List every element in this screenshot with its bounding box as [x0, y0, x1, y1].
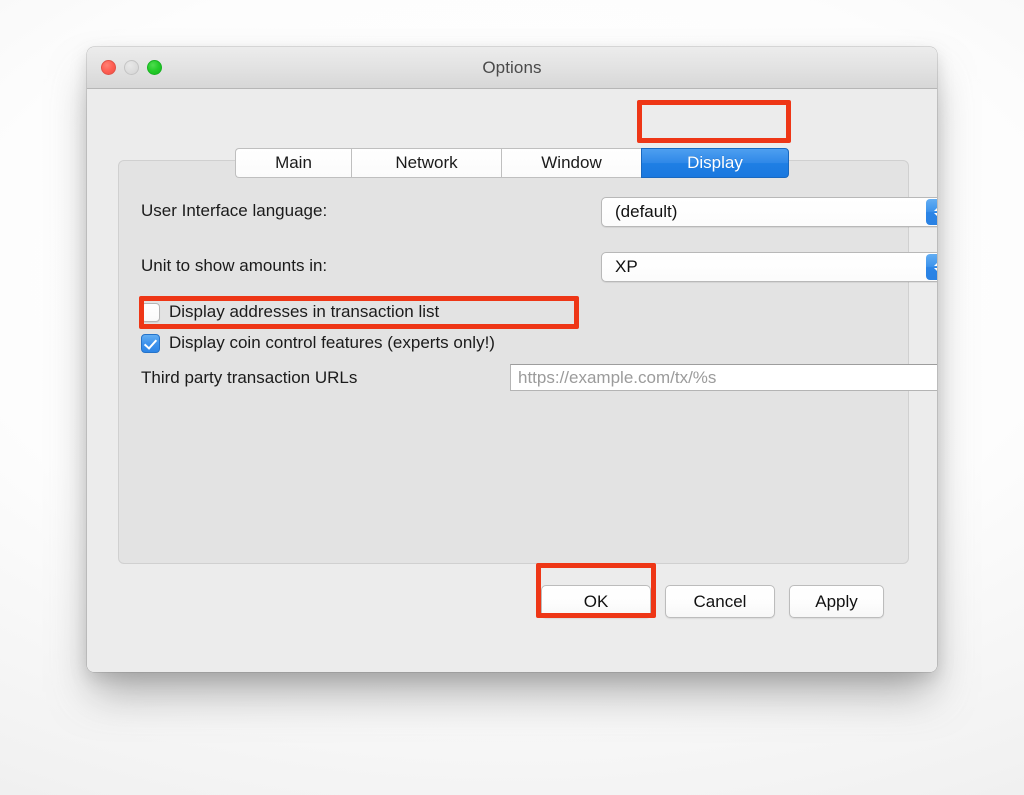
cancel-button-label: Cancel	[693, 591, 747, 611]
row-unit: Unit to show amounts in:	[141, 256, 327, 276]
ok-button[interactable]: OK	[541, 585, 651, 618]
label-unit: Unit to show amounts in:	[141, 256, 328, 275]
chevron-up-icon	[934, 261, 937, 266]
tab-display[interactable]: Display	[641, 148, 789, 178]
chevron-down-icon	[934, 268, 937, 273]
tab-network[interactable]: Network	[351, 148, 501, 178]
row-ui-language: User Interface language:	[141, 201, 327, 221]
cancel-button[interactable]: Cancel	[665, 585, 775, 618]
stepper-icon-unit[interactable]	[926, 254, 937, 280]
tab-content-panel: User Interface language: (default) Unit …	[118, 160, 937, 564]
checkbox-label-coin-control: Display coin control features (experts o…	[169, 333, 495, 352]
checkbox-row-display-addresses[interactable]: Display addresses in transaction list	[141, 302, 439, 322]
apply-button[interactable]: Apply	[789, 585, 884, 618]
tab-network-label: Network	[395, 153, 458, 172]
dialog-button-bar: OK Cancel Apply	[541, 585, 884, 618]
row-third-party-urls: Third party transaction URLs	[141, 368, 357, 388]
tab-main-label: Main	[275, 153, 312, 172]
checkbox-display-addresses[interactable]	[141, 302, 160, 322]
select-ui-language-value: (default)	[615, 202, 678, 221]
tab-display-label: Display	[687, 153, 743, 172]
label-third-party-urls: Third party transaction URLs	[141, 368, 358, 387]
window-titlebar[interactable]: Options	[87, 47, 937, 89]
tab-bar: Main Network Window Display	[235, 148, 789, 178]
apply-button-label: Apply	[815, 591, 858, 611]
tab-window[interactable]: Window	[501, 148, 641, 178]
tab-window-label: Window	[541, 153, 602, 172]
ok-button-label: OK	[583, 591, 609, 611]
input-third-party-urls-placeholder: https://example.com/tx/%s	[518, 367, 717, 387]
chevron-up-icon	[934, 206, 937, 211]
tab-main[interactable]: Main	[235, 148, 351, 178]
options-window: Options User Interface language: (defaul…	[87, 47, 937, 672]
input-third-party-urls[interactable]: https://example.com/tx/%s	[510, 364, 937, 391]
window-title: Options	[482, 58, 542, 77]
window-body: User Interface language: (default) Unit …	[87, 89, 937, 672]
checkbox-row-coin-control[interactable]: Display coin control features (experts o…	[141, 333, 495, 353]
select-ui-language[interactable]: (default)	[601, 197, 937, 227]
select-unit[interactable]: XP	[601, 252, 937, 282]
stepper-icon-ui-language[interactable]	[926, 199, 937, 225]
select-unit-value: XP	[615, 257, 638, 276]
checkbox-label-display-addresses: Display addresses in transaction list	[169, 302, 440, 321]
label-ui-language: User Interface language:	[141, 201, 328, 220]
desktop-background: Options User Interface language: (defaul…	[0, 0, 1024, 795]
checkbox-coin-control[interactable]	[141, 333, 160, 353]
chevron-down-icon	[934, 213, 937, 218]
